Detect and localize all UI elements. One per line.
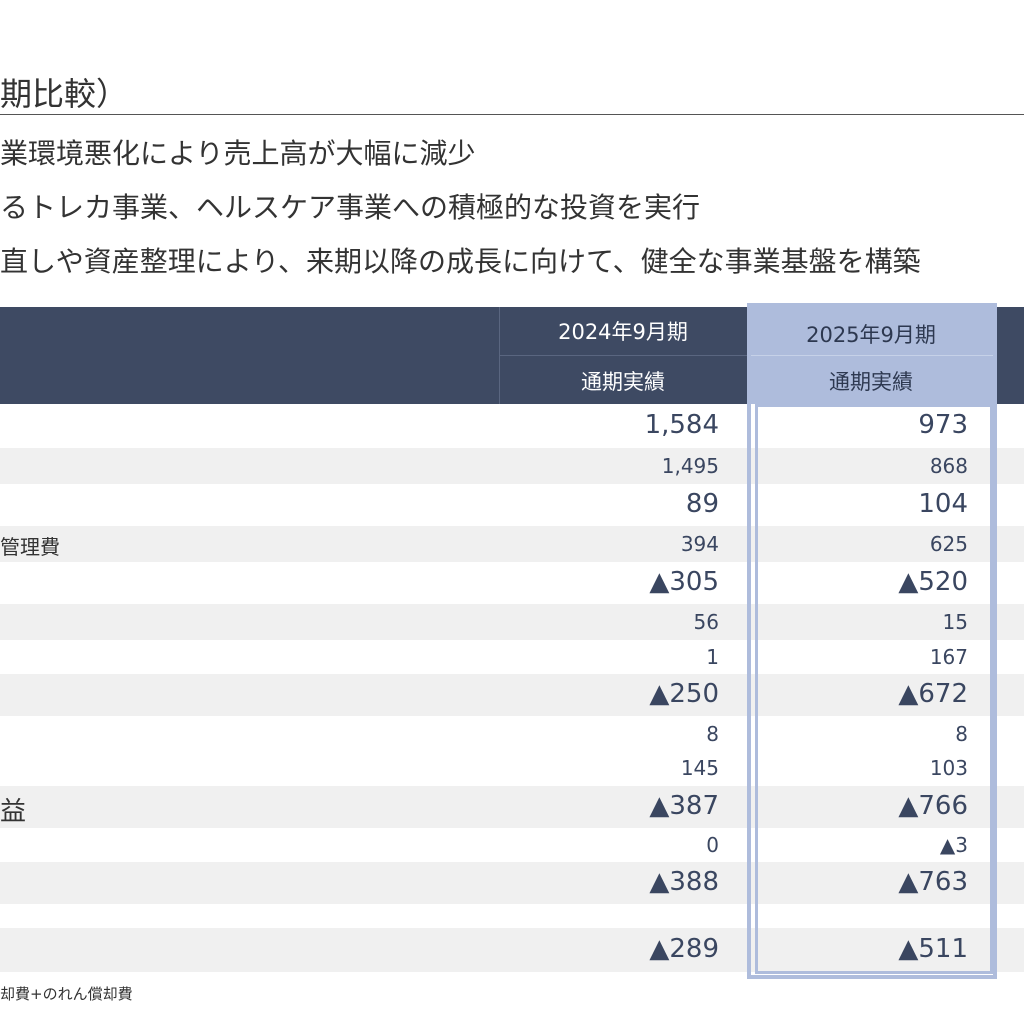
value-2025: 103 [929,756,968,780]
table-row: 8 8 [0,716,1024,752]
value-2024: 394 [680,532,719,556]
value-2024: 1,584 [644,410,719,440]
value-2024: 0 [706,833,719,857]
value-2024: ▲388 [649,867,719,897]
value-2025: 104 [918,489,968,519]
table-row: ▲250 ▲672 [0,674,1024,716]
value-2024: 89 [685,489,719,519]
value-2024: 8 [706,722,719,746]
value-2025: ▲763 [898,867,968,897]
table-row: 益 ▲387 ▲766 [0,786,1024,828]
value-2025: 868 [929,454,968,478]
column-subheader-2025: 通期実績 [829,370,913,394]
value-2024: 1,495 [661,454,719,478]
slide: 期比較） 業環境悪化により売上高が大幅に減少 るトレカ事業、ヘルスケア事業への積… [0,0,1024,1024]
value-2024: 145 [680,756,719,780]
table-row: 89 104 [0,484,1024,526]
value-2024: 56 [693,610,719,634]
value-2024: ▲305 [649,567,719,597]
value-2024: ▲387 [649,791,719,821]
table-row: 145 103 [0,752,1024,786]
value-2024: ▲250 [649,679,719,709]
footnote: 却費+のれん償却費 [0,985,133,1003]
title-divider [0,114,1024,115]
header-divider [747,355,995,356]
value-2025: 625 [929,532,968,556]
column-header-2025: 2025年9月期 [806,323,936,347]
value-2025: 8 [955,722,968,746]
table-row: 0 ▲3 [0,828,1024,862]
header-divider [499,355,747,356]
table-row: 56 15 [0,604,1024,640]
column-header-2024: 2024年9月期 [558,320,688,344]
bullet-point-2: るトレカ事業、ヘルスケア事業への積極的な投資を実行 [0,191,701,224]
value-2025: ▲511 [898,934,968,964]
table-row: ▲305 ▲520 [0,562,1024,604]
table-row: 管理費 394 625 [0,526,1024,562]
table-row [0,904,1024,928]
bullet-point-3: 直しや資産整理により、来期以降の成長に向けて、健全な事業基盤を構築 [0,245,921,278]
value-2025: ▲3 [939,833,968,857]
table-row: 1 167 [0,640,1024,674]
table-row: 1,584 973 [0,404,1024,448]
table-row: ▲289 ▲511 [0,928,1024,972]
value-2025: 15 [942,610,968,634]
column-subheader-2024: 通期実績 [581,370,665,394]
value-2024: ▲289 [649,934,719,964]
row-label-profit: 益 [0,797,27,827]
value-2025: ▲672 [898,679,968,709]
value-2025: 167 [929,645,968,669]
table-row: ▲388 ▲763 [0,862,1024,904]
value-2025: ▲520 [898,567,968,597]
slide-title: 期比較） [0,75,129,113]
value-2025: 973 [918,410,968,440]
value-2025: ▲766 [898,791,968,821]
table-row: 1,495 868 [0,448,1024,484]
bullet-point-1: 業環境悪化により売上高が大幅に減少 [0,137,476,170]
row-label-admin-expenses: 管理費 [0,535,60,559]
value-2024: 1 [706,645,719,669]
